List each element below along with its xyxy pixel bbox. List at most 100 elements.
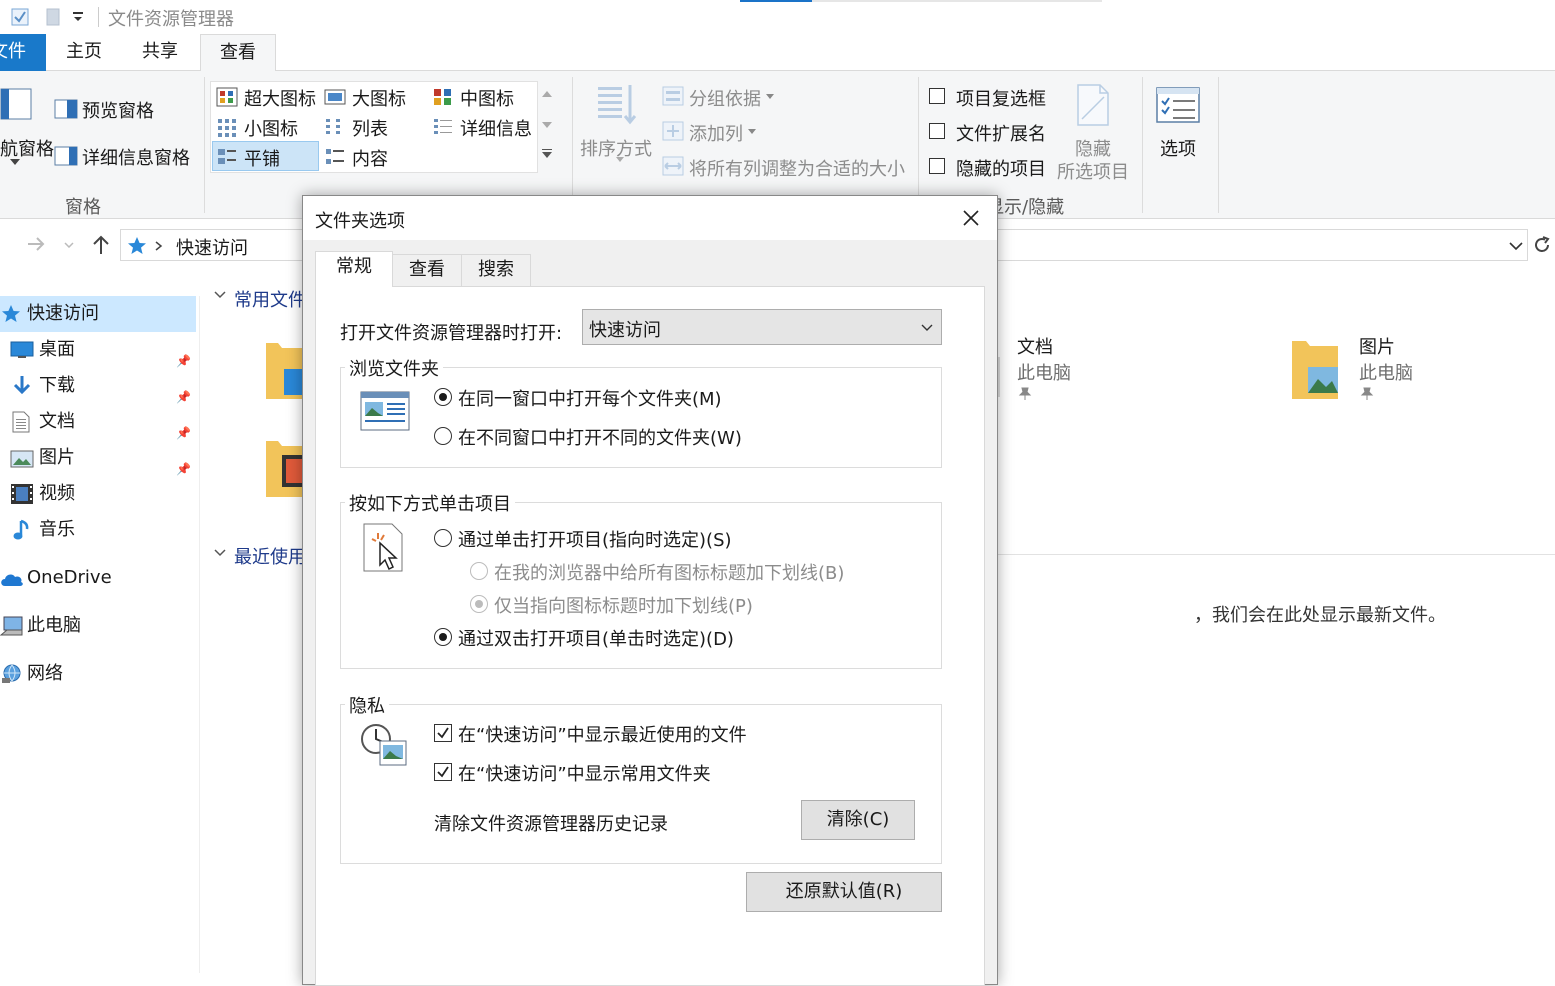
size-all-columns-button[interactable]: 将所有列调整为合适的大小 [689,155,905,181]
size-columns-icon[interactable] [662,156,684,176]
layout-details[interactable]: 详细信息 [460,115,532,141]
nav-item-pictures[interactable]: 图片 📌 [0,440,196,476]
show-recent-files-label[interactable]: 在“快速访问”中显示最近使用的文件 [458,721,747,747]
chevron-down-icon[interactable] [214,291,226,299]
layout-list[interactable]: 列表 [352,115,388,141]
gallery-expand-icon[interactable] [542,149,552,159]
nav-pane-label[interactable]: 航窗格 [0,135,54,161]
open-explorer-select[interactable]: 快速访问 [582,309,942,345]
address-path[interactable]: 快速访问 [176,234,248,260]
new-window-radio[interactable] [434,427,452,445]
options-icon[interactable] [1156,87,1202,125]
nav-pane-icon[interactable] [0,87,34,121]
double-click-label[interactable]: 通过双击打开项目(单击时选定)(D) [458,625,734,651]
file-extensions-checkbox[interactable] [929,123,945,139]
browse-folders-group [340,367,942,468]
dialog-title: 文件夹选项 [315,211,405,232]
nav-item-documents[interactable]: 文档 📌 [0,404,196,440]
recent-files-header[interactable]: 最近使用 [234,543,306,569]
restore-defaults-button[interactable]: 还原默认值(R) [746,872,942,912]
details-pane-icon[interactable] [54,146,78,166]
gallery-scroll-up-icon[interactable] [542,91,552,97]
nav-item-network[interactable]: 网络 [0,656,196,692]
add-columns-arrow-icon[interactable] [748,129,756,134]
nav-item-onedrive[interactable]: OneDrive [0,560,196,596]
single-click-radio[interactable] [434,529,452,547]
frequent-folders-header[interactable]: 常用文件 [234,286,306,312]
ribbon-tabs: 文件 主页 共享 查看 [0,34,1555,72]
nav-item-videos[interactable]: 视频 [0,476,196,512]
desktop-icon [10,341,34,359]
preview-pane-button[interactable]: 预览窗格 [82,97,154,123]
customize-toolbar-icon[interactable] [72,10,84,24]
content-icon [324,147,346,167]
address-dropdown-icon[interactable] [1509,241,1523,251]
item-checkboxes-checkbox[interactable] [929,88,945,104]
chevron-down-icon[interactable] [214,549,226,557]
nav-item-quick-access[interactable]: 快速访问 [0,296,196,332]
tab-view[interactable]: 查看 [392,254,462,286]
same-window-label[interactable]: 在同一窗口中打开每个文件夹(M) [458,385,722,411]
nav-item-desktop[interactable]: 桌面 📌 [0,332,196,368]
nav-pane-arrow-icon[interactable] [10,159,20,165]
new-folder-icon[interactable] [44,7,62,27]
nav-item-downloads[interactable]: 下载 📌 [0,368,196,404]
item-checkboxes-label[interactable]: 项目复选框 [956,85,1046,111]
show-frequent-folders-label[interactable]: 在“快速访问”中显示常用文件夹 [458,760,711,786]
show-recent-files-checkbox[interactable] [434,724,452,742]
clear-history-button[interactable]: 清除(C) [801,800,915,840]
hide-selected-line2[interactable]: 所选项目 [1057,158,1129,184]
file-extensions-label[interactable]: 文件扩展名 [956,120,1046,146]
layout-extra-large[interactable]: 超大图标 [244,85,316,111]
tab-view[interactable]: 查看 [200,34,276,72]
gallery-scroll-down-icon[interactable] [542,122,552,128]
double-click-radio[interactable] [434,628,452,646]
hide-selected-icon[interactable] [1074,83,1112,127]
folder-name[interactable]: 文档 [1017,333,1053,359]
separator [572,77,573,213]
single-click-label[interactable]: 通过单击打开项目(指向时选定)(S) [458,526,732,552]
group-by-button[interactable]: 分组依据 [689,85,761,111]
folder-pictures-icon[interactable] [1290,337,1348,401]
sort-by-arrow-icon[interactable] [616,157,624,162]
group-by-icon[interactable] [662,86,684,106]
same-window-radio[interactable] [434,388,452,406]
nav-item-music[interactable]: 音乐 [0,512,196,548]
recent-locations-icon[interactable] [64,242,74,248]
layout-large[interactable]: 大图标 [352,85,406,111]
up-icon[interactable] [92,235,110,255]
layout-small[interactable]: 小图标 [244,115,298,141]
tab-home[interactable]: 主页 [50,34,118,71]
add-columns-icon[interactable] [662,121,684,141]
show-frequent-folders-checkbox[interactable] [434,763,452,781]
computer-icon [0,616,24,636]
details-pane-button[interactable]: 详细信息窗格 [82,144,190,170]
nav-item-this-pc[interactable]: 此电脑 [0,608,196,644]
options-button[interactable]: 选项 [1160,135,1196,161]
folder-documents-icon[interactable] [998,337,1002,407]
tab-share[interactable]: 共享 [126,34,194,71]
path-chevron-icon[interactable] [155,241,163,251]
new-window-label[interactable]: 在不同窗口中打开不同的文件夹(W) [458,424,742,450]
properties-icon[interactable] [10,7,30,27]
layout-medium[interactable]: 中图标 [460,85,514,111]
add-columns-button[interactable]: 添加列 [689,120,743,146]
sort-by-icon[interactable] [596,83,640,125]
hidden-items-label[interactable]: 隐藏的项目 [956,155,1046,181]
close-icon[interactable] [955,202,987,234]
folder-desktop-icon[interactable] [264,339,304,401]
refresh-icon[interactable] [1532,235,1552,255]
layout-tiles[interactable]: 平铺 [244,145,280,171]
tab-search[interactable]: 搜索 [461,254,531,286]
folder-name[interactable]: 图片 [1359,333,1395,359]
hidden-items-checkbox[interactable] [929,158,945,174]
forward-icon[interactable] [26,236,46,252]
tab-file[interactable]: 文件 [0,34,46,71]
underline-all-radio [470,562,488,580]
preview-pane-icon[interactable] [54,99,78,119]
folder-videos-icon[interactable] [264,437,304,499]
group-by-arrow-icon[interactable] [766,94,774,99]
layout-content[interactable]: 内容 [352,145,388,171]
tab-general[interactable]: 常规 [315,251,393,287]
nav-label: 文档 [39,411,75,432]
